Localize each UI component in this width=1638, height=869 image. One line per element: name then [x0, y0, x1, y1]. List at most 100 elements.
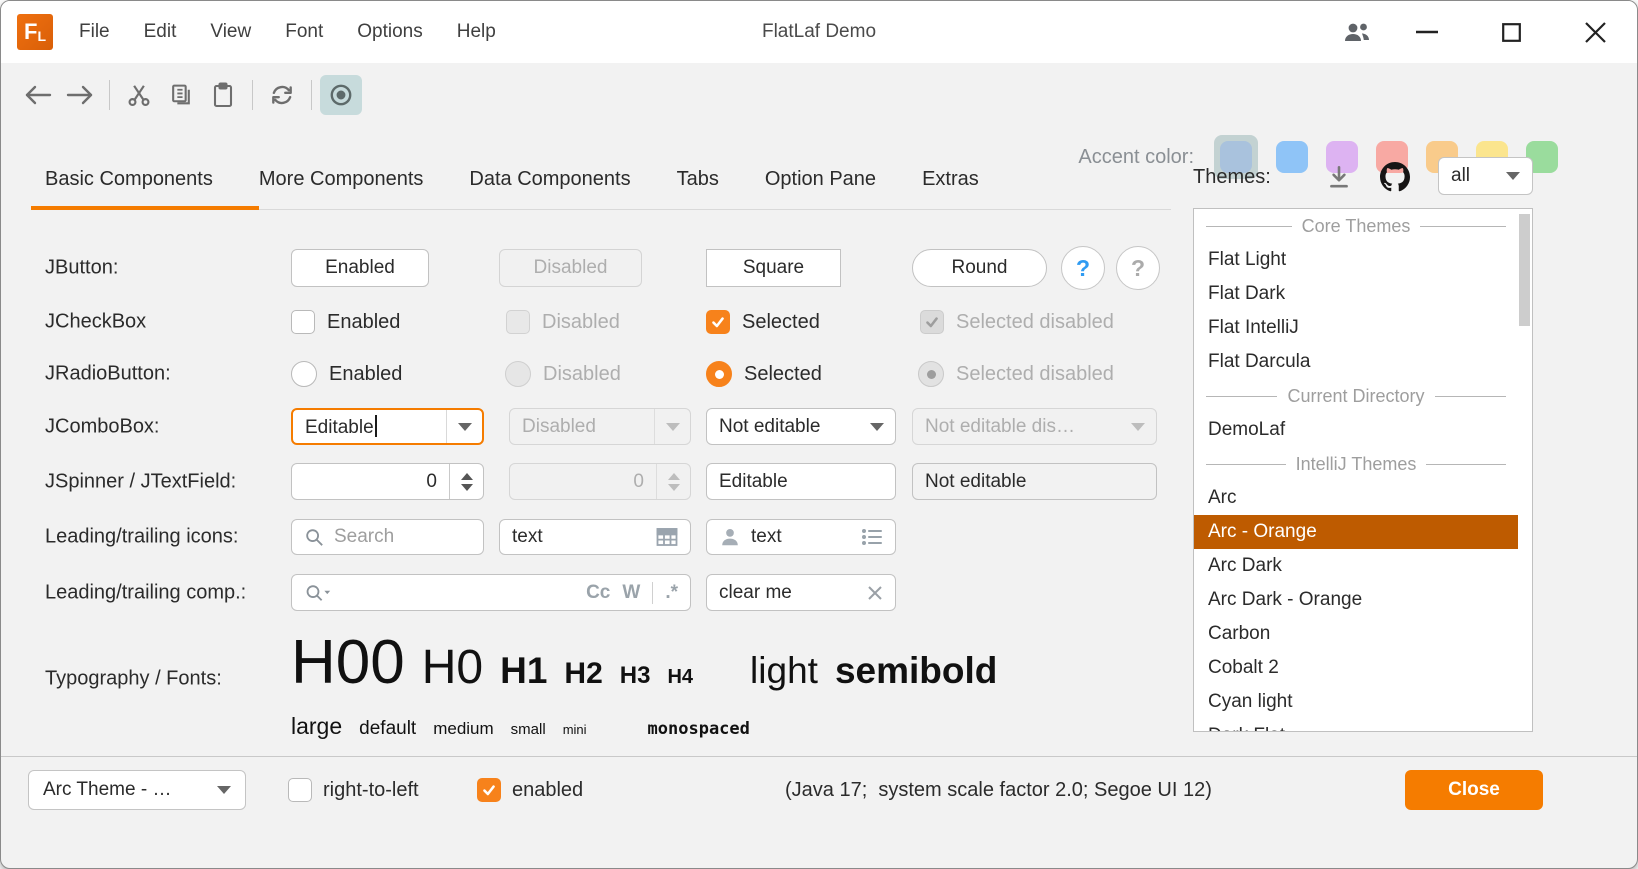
disabled-button: Disabled	[499, 249, 642, 287]
eye-icon[interactable]	[320, 75, 362, 115]
clear-x-icon[interactable]	[867, 585, 883, 601]
menu-file[interactable]: File	[79, 21, 110, 43]
close-button[interactable]: Close	[1405, 770, 1543, 810]
medium-sample: medium	[433, 719, 493, 739]
app-logo-icon: FL	[17, 14, 53, 50]
default-sample: default	[359, 718, 416, 740]
text-field-table[interactable]: text	[499, 519, 691, 555]
semibold-sample: semibold	[835, 651, 997, 692]
menu-view[interactable]: View	[210, 21, 251, 43]
tab-tabs[interactable]: Tabs	[677, 168, 719, 193]
h4-sample: H4	[667, 666, 693, 688]
spinner-up-icon	[668, 473, 680, 480]
checkbox-label: Selected	[742, 311, 820, 334]
square-button[interactable]: Square	[706, 249, 841, 287]
typography-row-label: Typography / Fonts:	[45, 668, 222, 691]
refresh-icon[interactable]	[261, 75, 303, 115]
combobox-value: Not editable dis…	[925, 416, 1120, 438]
editable-combobox[interactable]: Editable	[291, 408, 484, 445]
clearable-field[interactable]: clear me	[706, 574, 896, 611]
radio-selected-disabled-group: Selected disabled	[918, 359, 1114, 389]
text-cursor	[375, 415, 377, 437]
regex-toggle[interactable]: .*	[665, 582, 678, 604]
copy-icon[interactable]	[160, 75, 202, 115]
spinner-buttons[interactable]	[449, 464, 483, 499]
monospaced-sample: monospaced	[648, 720, 750, 740]
paste-icon[interactable]	[202, 75, 244, 115]
spinner-up-icon[interactable]	[461, 473, 473, 480]
radio-button-selected[interactable]	[706, 361, 732, 387]
leading-trailing-comp-row: Leading/trailing comp.: Cc W .* clear me	[1, 574, 1638, 611]
help-button-disabled[interactable]: ?	[1116, 246, 1160, 290]
checkbox-checked-disabled	[920, 310, 944, 334]
combobox-value[interactable]: Editable	[305, 417, 374, 438]
minimize-button[interactable]	[1385, 1, 1469, 63]
mini-sample: mini	[563, 723, 587, 738]
radio-button[interactable]	[291, 361, 317, 387]
toolbar: Accent color:	[1, 63, 1637, 127]
spinner-value[interactable]: 0	[304, 471, 449, 493]
combobox-arrow-button[interactable]	[859, 409, 895, 444]
tab-basic-components[interactable]: Basic Components	[45, 168, 213, 193]
tab-data-components[interactable]: Data Components	[469, 168, 630, 193]
tab-more-components[interactable]: More Components	[259, 168, 424, 193]
match-case-toggle[interactable]: Cc	[586, 582, 610, 604]
close-window-button[interactable]	[1553, 1, 1637, 63]
search-with-options-field[interactable]: Cc W .*	[291, 574, 691, 611]
spinner-down-icon[interactable]	[461, 484, 473, 491]
help-button[interactable]: ?	[1061, 246, 1105, 290]
checkbox-selected-disabled-group: Selected disabled	[920, 307, 1114, 337]
round-button[interactable]: Round	[912, 249, 1047, 287]
whole-word-toggle[interactable]: W	[622, 582, 640, 604]
editable-textfield[interactable]: Editable	[706, 463, 896, 500]
radio-label: Enabled	[329, 363, 402, 386]
list-icon[interactable]	[861, 527, 883, 547]
theme-item-dark-flat[interactable]: Dark Flat	[1194, 719, 1518, 732]
download-icon[interactable]	[1326, 164, 1352, 190]
chevron-down-icon	[870, 423, 884, 431]
checkbox-checked[interactable]	[706, 310, 730, 334]
spinner-value: 0	[522, 471, 656, 493]
text-field-user[interactable]: text	[706, 519, 896, 555]
theme-quick-combo[interactable]: Arc Theme - …	[28, 770, 246, 810]
not-editable-disabled-combobox: Not editable dis…	[912, 408, 1157, 445]
enabled-checkbox[interactable]	[477, 778, 501, 802]
menu-edit[interactable]: Edit	[144, 21, 177, 43]
theme-item-carbon[interactable]: Carbon	[1194, 617, 1518, 651]
jspinner-row-label: JSpinner / JTextField:	[45, 470, 236, 493]
textfield-value[interactable]: text	[512, 526, 543, 548]
maximize-button[interactable]	[1469, 1, 1553, 63]
leading-trailing-comp-label: Leading/trailing comp.:	[45, 581, 246, 604]
github-icon[interactable]	[1380, 162, 1410, 192]
textfield-value[interactable]: text	[751, 526, 782, 548]
user-icon	[719, 526, 741, 548]
jcombobox-row: JComboBox: Editable Disabled Not editabl…	[1, 408, 1638, 445]
textfield-value[interactable]: Editable	[719, 471, 788, 493]
tab-extras[interactable]: Extras	[922, 168, 979, 193]
cut-icon[interactable]	[118, 75, 160, 115]
checkbox-disabled-group: Disabled	[506, 307, 620, 337]
combobox-arrow-button	[1120, 409, 1156, 444]
enabled-button[interactable]: Enabled	[291, 249, 429, 287]
rtl-checkbox[interactable]	[288, 778, 312, 802]
h0-sample: H0	[422, 642, 483, 695]
search-field[interactable]: Search	[291, 519, 484, 555]
combobox-arrow-button[interactable]	[446, 410, 482, 443]
users-icon[interactable]	[1329, 1, 1385, 63]
tab-option-pane[interactable]: Option Pane	[765, 168, 876, 193]
forward-arrow-icon[interactable]	[59, 75, 101, 115]
themes-filter-combo[interactable]: all	[1438, 157, 1533, 195]
search-with-menu-icon[interactable]	[304, 583, 332, 603]
spinner-disabled: 0	[509, 463, 691, 500]
menu-help[interactable]: Help	[457, 21, 496, 43]
not-editable-combobox[interactable]: Not editable	[706, 408, 896, 445]
menu-font[interactable]: Font	[285, 21, 323, 43]
logo-letter-f: F	[24, 21, 37, 43]
table-icon[interactable]	[656, 527, 678, 547]
checkbox[interactable]	[291, 310, 315, 334]
back-arrow-icon[interactable]	[17, 75, 59, 115]
spinner[interactable]: 0	[291, 463, 484, 500]
textfield-value[interactable]: clear me	[719, 582, 792, 604]
app-window: FL FileEditViewFontOptionsHelp FlatLaf D…	[0, 0, 1638, 869]
menu-options[interactable]: Options	[357, 21, 422, 43]
